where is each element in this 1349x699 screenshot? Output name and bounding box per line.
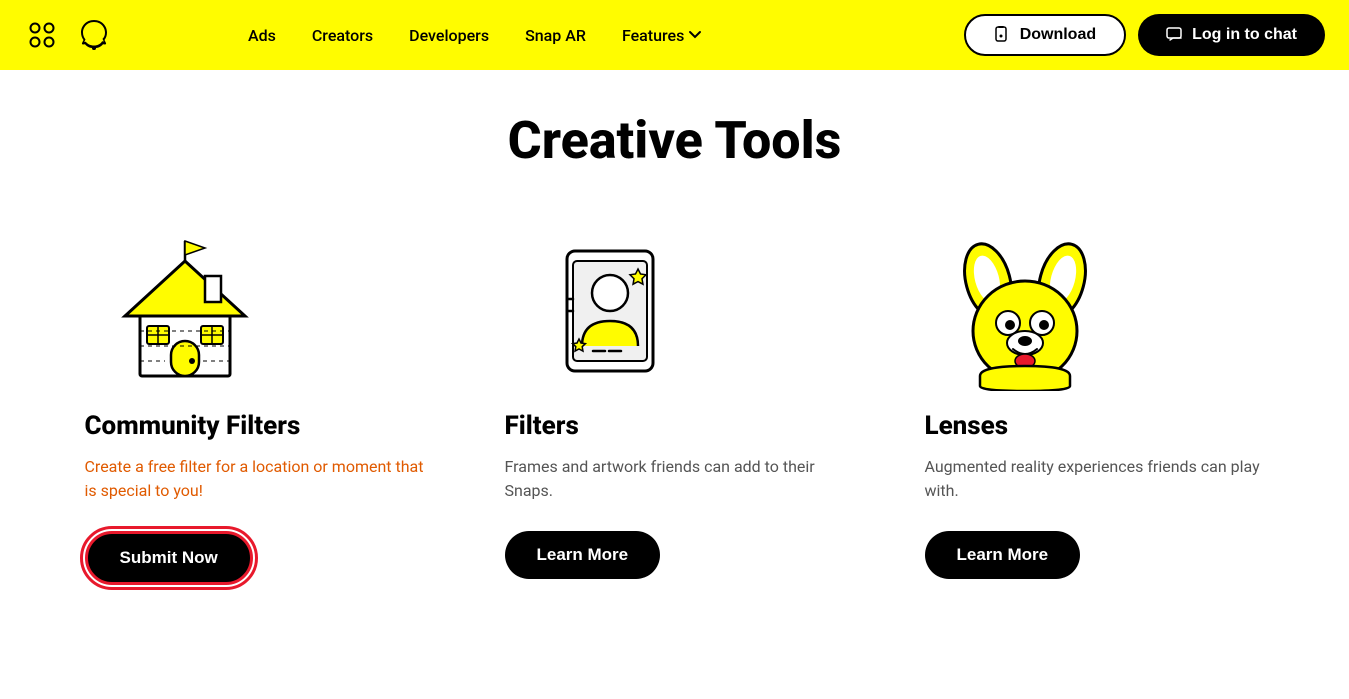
card-community-filters: Community Filters Create a free filter f… (85, 231, 425, 585)
nav-link-snap-ar[interactable]: Snap AR (525, 26, 586, 45)
community-filters-desc: Create a free filter for a location or m… (85, 455, 425, 503)
page-title: Creative Tools (508, 110, 842, 171)
lenses-desc: Augmented reality experiences friends ca… (925, 455, 1265, 503)
nav-link-creators[interactable]: Creators (312, 26, 373, 45)
snapchat-logo[interactable] (76, 17, 112, 53)
download-button[interactable]: Download (964, 14, 1126, 56)
filters-desc: Frames and artwork friends can add to th… (505, 455, 845, 503)
filters-icon (505, 231, 705, 391)
lenses-title: Lenses (925, 411, 1009, 441)
navbar: Ads Creators Developers Snap AR Features… (0, 0, 1349, 70)
nav-link-developers[interactable]: Developers (409, 26, 489, 45)
grid-icon[interactable] (24, 17, 60, 53)
card-filters: Filters Frames and artwork friends can a… (505, 231, 845, 579)
lenses-icon (925, 231, 1125, 391)
lenses-learn-more-button[interactable]: Learn More (925, 531, 1081, 579)
navbar-links: Ads Creators Developers Snap AR Features (248, 26, 702, 45)
main-content: Creative Tools (0, 70, 1349, 645)
filters-title: Filters (505, 411, 579, 441)
submit-now-button[interactable]: Submit Now (85, 531, 253, 585)
filters-learn-more-button[interactable]: Learn More (505, 531, 661, 579)
card-lenses: Lenses Augmented reality experiences fri… (925, 231, 1265, 579)
nav-link-features[interactable]: Features (622, 26, 702, 45)
community-filters-title: Community Filters (85, 411, 301, 441)
navbar-right: Download Log in to chat (964, 14, 1325, 56)
navbar-left (24, 17, 112, 53)
nav-link-ads[interactable]: Ads (248, 26, 276, 45)
login-button[interactable]: Log in to chat (1138, 14, 1325, 56)
community-filters-icon (85, 231, 285, 391)
cards-row: Community Filters Create a free filter f… (0, 231, 1349, 585)
